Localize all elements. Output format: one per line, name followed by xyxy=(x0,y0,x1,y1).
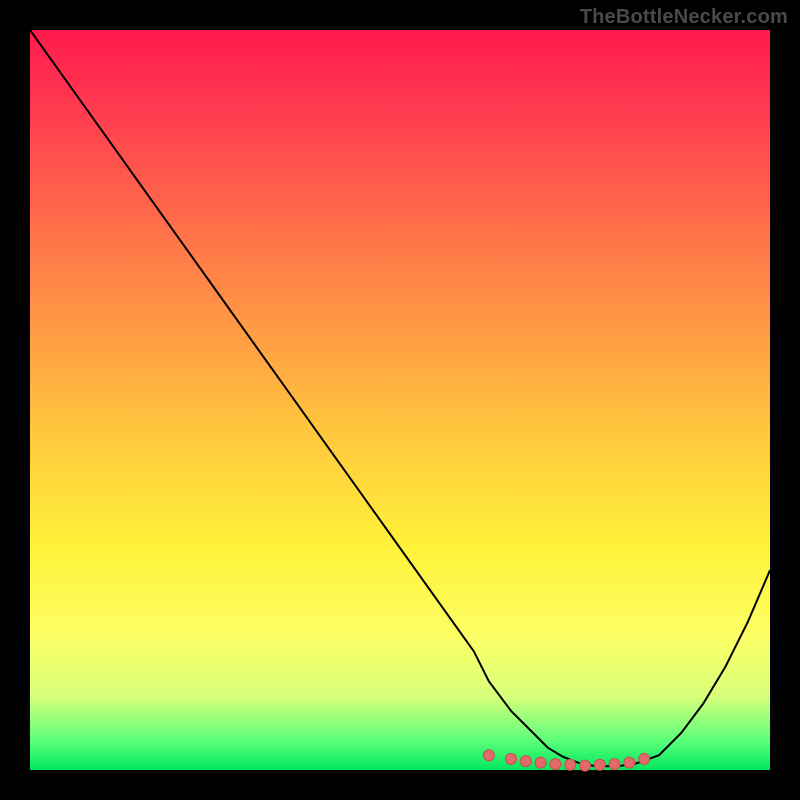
marker-dot xyxy=(550,759,561,770)
marker-dot xyxy=(624,757,635,768)
marker-dot xyxy=(609,759,620,770)
bottleneck-curve xyxy=(30,30,770,766)
curve-layer xyxy=(30,30,770,766)
curve-svg xyxy=(30,30,770,770)
chart-frame: TheBottleNecker.com xyxy=(0,0,800,800)
marker-dot xyxy=(594,759,605,770)
plot-area xyxy=(30,30,770,770)
marker-layer xyxy=(483,750,649,771)
marker-dot xyxy=(483,750,494,761)
marker-dot xyxy=(639,753,650,764)
marker-dot xyxy=(535,757,546,768)
watermark-text: TheBottleNecker.com xyxy=(580,6,788,29)
marker-dot xyxy=(520,756,531,767)
marker-dot xyxy=(565,759,576,770)
marker-dot xyxy=(580,760,591,771)
marker-dot xyxy=(506,753,517,764)
